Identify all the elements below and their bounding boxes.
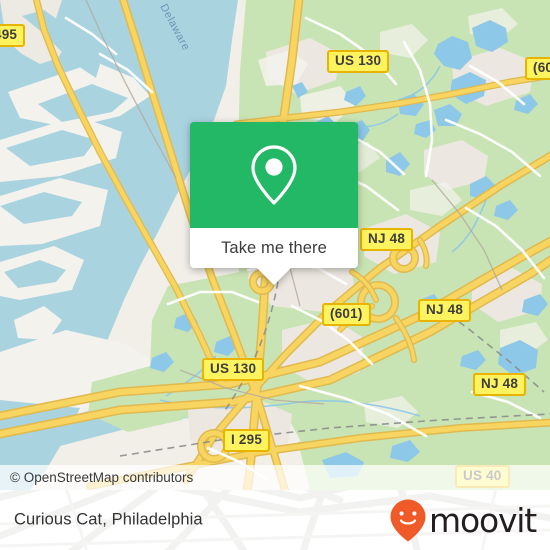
road-shield: (601) <box>525 57 550 80</box>
attribution-text: © OpenStreetMap contributors <box>10 470 194 485</box>
moovit-logo[interactable]: moovit <box>389 498 537 542</box>
map-attribution[interactable]: © OpenStreetMap contributors <box>0 465 550 490</box>
road-shield: US 130 <box>327 50 390 73</box>
popup-header <box>190 122 358 228</box>
road-shield: NJ 48 <box>360 228 414 251</box>
road-shield: NJ 48 <box>473 373 527 396</box>
moovit-wordmark: moovit <box>429 500 537 540</box>
road-shield: NJ 48 <box>418 299 472 322</box>
take-me-there-button[interactable]: Take me there <box>190 228 358 285</box>
location-popup[interactable]: Take me there <box>190 122 358 285</box>
take-me-there-label: Take me there <box>221 238 327 257</box>
moovit-pin-icon <box>390 499 426 542</box>
road-shield: US 130 <box>202 358 265 381</box>
place-name: Curious Cat, Philadelphia <box>14 510 203 529</box>
popup-tail <box>257 268 291 285</box>
road-shield: (601) <box>322 303 371 326</box>
location-pin-icon <box>251 145 297 205</box>
map-screenshot: Delaware 495 US 130 US 130 I 295 (601) (… <box>0 0 550 550</box>
road-shield: I 295 <box>223 429 271 452</box>
place-info-bar: Curious Cat, Philadelphia moovit <box>0 490 550 550</box>
road-shield: 495 <box>0 24 26 47</box>
map-canvas[interactable]: Delaware 495 US 130 US 130 I 295 (601) (… <box>0 0 550 490</box>
